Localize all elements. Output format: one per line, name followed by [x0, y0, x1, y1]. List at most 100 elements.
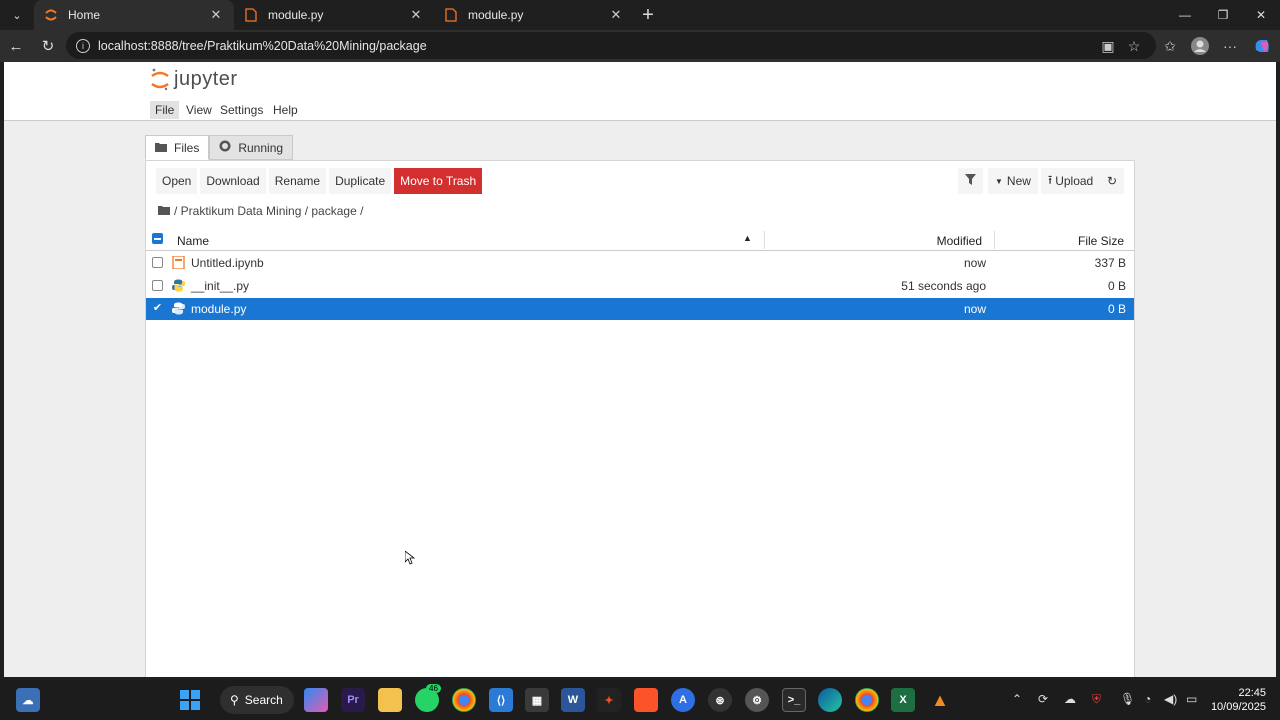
taskbar-search[interactable]: ⚲ Search — [220, 686, 294, 714]
tab-files[interactable]: Files — [145, 135, 210, 160]
browser-tab-module-py-1[interactable]: module.py ✕ — [234, 0, 434, 30]
start-windows-icon[interactable] — [178, 688, 202, 712]
file-row[interactable]: __init__.py 51 seconds ago 0 B — [146, 275, 1134, 297]
refresh-button[interactable]: ↻ — [1100, 168, 1125, 194]
store-icon[interactable]: ▦ — [525, 688, 549, 712]
row-checkbox-checked[interactable]: ✔ — [152, 303, 163, 314]
browser-tab-home[interactable]: Home ✕ — [34, 0, 234, 30]
volume-icon[interactable]: ◀) — [1164, 692, 1177, 706]
word-icon[interactable]: W — [561, 688, 585, 712]
figma-icon[interactable]: ✦ — [597, 688, 621, 712]
excel-icon[interactable]: X — [891, 688, 915, 712]
tab-label: module.py — [468, 8, 524, 22]
upload-button[interactable]: ⭱ Upload — [1041, 168, 1101, 194]
browser-tab-module-py-2[interactable]: module.py ✕ — [434, 0, 634, 30]
file-name[interactable]: __init__.py — [191, 279, 249, 293]
browser-tab-bar: ⌄ Home ✕ module.py ✕ module.py ✕ + — ❐ ✕ — [0, 0, 1280, 30]
url-bar[interactable]: i localhost:8888/tree/Praktikum%20Data%2… — [66, 32, 1156, 59]
column-divider[interactable] — [764, 231, 765, 249]
brave-icon[interactable] — [634, 688, 658, 712]
new-tab-icon[interactable]: + — [634, 4, 662, 27]
file-row[interactable]: Untitled.ipynb now 337 B — [146, 252, 1134, 274]
filter-icon — [965, 174, 976, 188]
menu-file[interactable]: File — [150, 101, 180, 119]
favorite-star-icon[interactable]: ☆ — [1122, 34, 1146, 58]
file-favicon-icon — [444, 8, 458, 22]
chrome-profile-icon[interactable] — [855, 688, 879, 712]
chatgpt-icon[interactable]: ⊛ — [708, 688, 732, 712]
profile-avatar-icon[interactable] — [1188, 34, 1212, 58]
file-size: 0 B — [1107, 302, 1126, 316]
running-icon — [219, 140, 231, 155]
move-to-trash-button[interactable]: Move to Trash — [394, 168, 483, 194]
file-name[interactable]: Untitled.ipynb — [191, 256, 264, 270]
file-row-selected[interactable]: ✔ module.py now 0 B — [146, 298, 1134, 320]
tab-label: module.py — [268, 8, 324, 22]
sync-icon[interactable]: ⟳ — [1038, 692, 1048, 706]
jupyter-logo[interactable]: jupyter — [150, 66, 238, 92]
column-file-size[interactable]: File Size — [1078, 234, 1124, 248]
column-divider[interactable] — [994, 231, 995, 249]
folder-icon — [155, 141, 167, 155]
duplicate-button[interactable]: Duplicate — [329, 168, 392, 194]
screen-share-icon[interactable]: ▣ — [1096, 34, 1120, 58]
vscode-icon[interactable]: ⟨⟩ — [489, 688, 513, 712]
close-tab-icon[interactable]: ✕ — [208, 7, 224, 23]
file-name[interactable]: module.py — [191, 302, 246, 316]
more-options-icon[interactable]: ··· — [1218, 34, 1242, 58]
app-icon[interactable]: A — [671, 688, 695, 712]
minimize-icon[interactable]: — — [1166, 0, 1204, 30]
copilot-app-icon[interactable] — [304, 688, 328, 712]
premiere-pro-icon[interactable]: Pr — [341, 688, 365, 712]
jupyter-page: jupyter File View Settings Help Files Ru… — [4, 62, 1276, 677]
microphone-icon[interactable]: 🎙 — [1120, 692, 1135, 706]
open-button[interactable]: Open — [156, 168, 198, 194]
column-modified[interactable]: Modified — [937, 234, 982, 248]
tab-label: Home — [68, 8, 101, 22]
system-clock[interactable]: 22:45 10/09/2025 — [1211, 686, 1266, 714]
wifi-icon[interactable]: ◔ — [1144, 692, 1151, 706]
home-folder-icon[interactable] — [158, 204, 170, 218]
new-button-label: New — [1006, 174, 1031, 188]
python-file-icon — [172, 302, 185, 315]
vlc-icon[interactable]: ▲ — [928, 688, 952, 712]
new-button[interactable]: ▼ New — [988, 168, 1038, 194]
favorites-icon[interactable]: ✩ — [1158, 34, 1182, 58]
search-label: Search — [244, 693, 283, 707]
maximize-icon[interactable]: ❐ — [1204, 0, 1242, 30]
close-tab-icon[interactable]: ✕ — [608, 7, 624, 23]
row-checkbox[interactable] — [152, 280, 163, 291]
breadcrumb-path[interactable]: / Praktikum Data Mining / package / — [174, 204, 363, 218]
filter-button[interactable] — [958, 168, 983, 194]
edge-icon[interactable] — [818, 688, 842, 712]
file-explorer-icon[interactable] — [378, 688, 402, 712]
select-all-checkbox[interactable] — [152, 233, 163, 244]
battery-icon[interactable]: ▭ — [1186, 692, 1197, 706]
clock-date: 10/09/2025 — [1210, 701, 1266, 713]
tab-actions-menu-icon[interactable]: ⌄ — [0, 0, 34, 30]
row-checkbox[interactable] — [152, 257, 163, 268]
column-name[interactable]: Name — [177, 234, 209, 248]
copilot-icon[interactable] — [1250, 34, 1274, 58]
show-hidden-icons-icon[interactable]: ⌃ — [1012, 692, 1022, 706]
security-icon[interactable]: ⛨ — [1092, 692, 1101, 707]
menu-settings[interactable]: Settings — [215, 101, 268, 119]
sort-ascending-icon[interactable]: ▲ — [743, 233, 752, 243]
settings-gear-icon[interactable]: ⚙ — [745, 688, 769, 712]
chrome-icon[interactable] — [452, 688, 476, 712]
menu-help[interactable]: Help — [268, 101, 303, 119]
logo-text: jupyter — [174, 67, 238, 90]
site-info-icon[interactable]: i — [76, 38, 90, 53]
notebook-icon — [172, 255, 185, 270]
reload-icon[interactable]: ↻ — [32, 31, 64, 61]
onedrive-icon[interactable]: ☁ — [1064, 692, 1076, 706]
back-icon[interactable]: ← — [0, 31, 32, 61]
close-window-icon[interactable]: ✕ — [1242, 0, 1280, 30]
close-tab-icon[interactable]: ✕ — [408, 7, 424, 23]
rename-button[interactable]: Rename — [268, 168, 327, 194]
terminal-icon[interactable]: >_ — [782, 688, 806, 712]
menu-view[interactable]: View — [181, 101, 217, 119]
download-button[interactable]: Download — [200, 168, 266, 194]
tab-running[interactable]: Running — [209, 135, 294, 160]
widgets-icon[interactable]: ☁ — [16, 688, 40, 712]
